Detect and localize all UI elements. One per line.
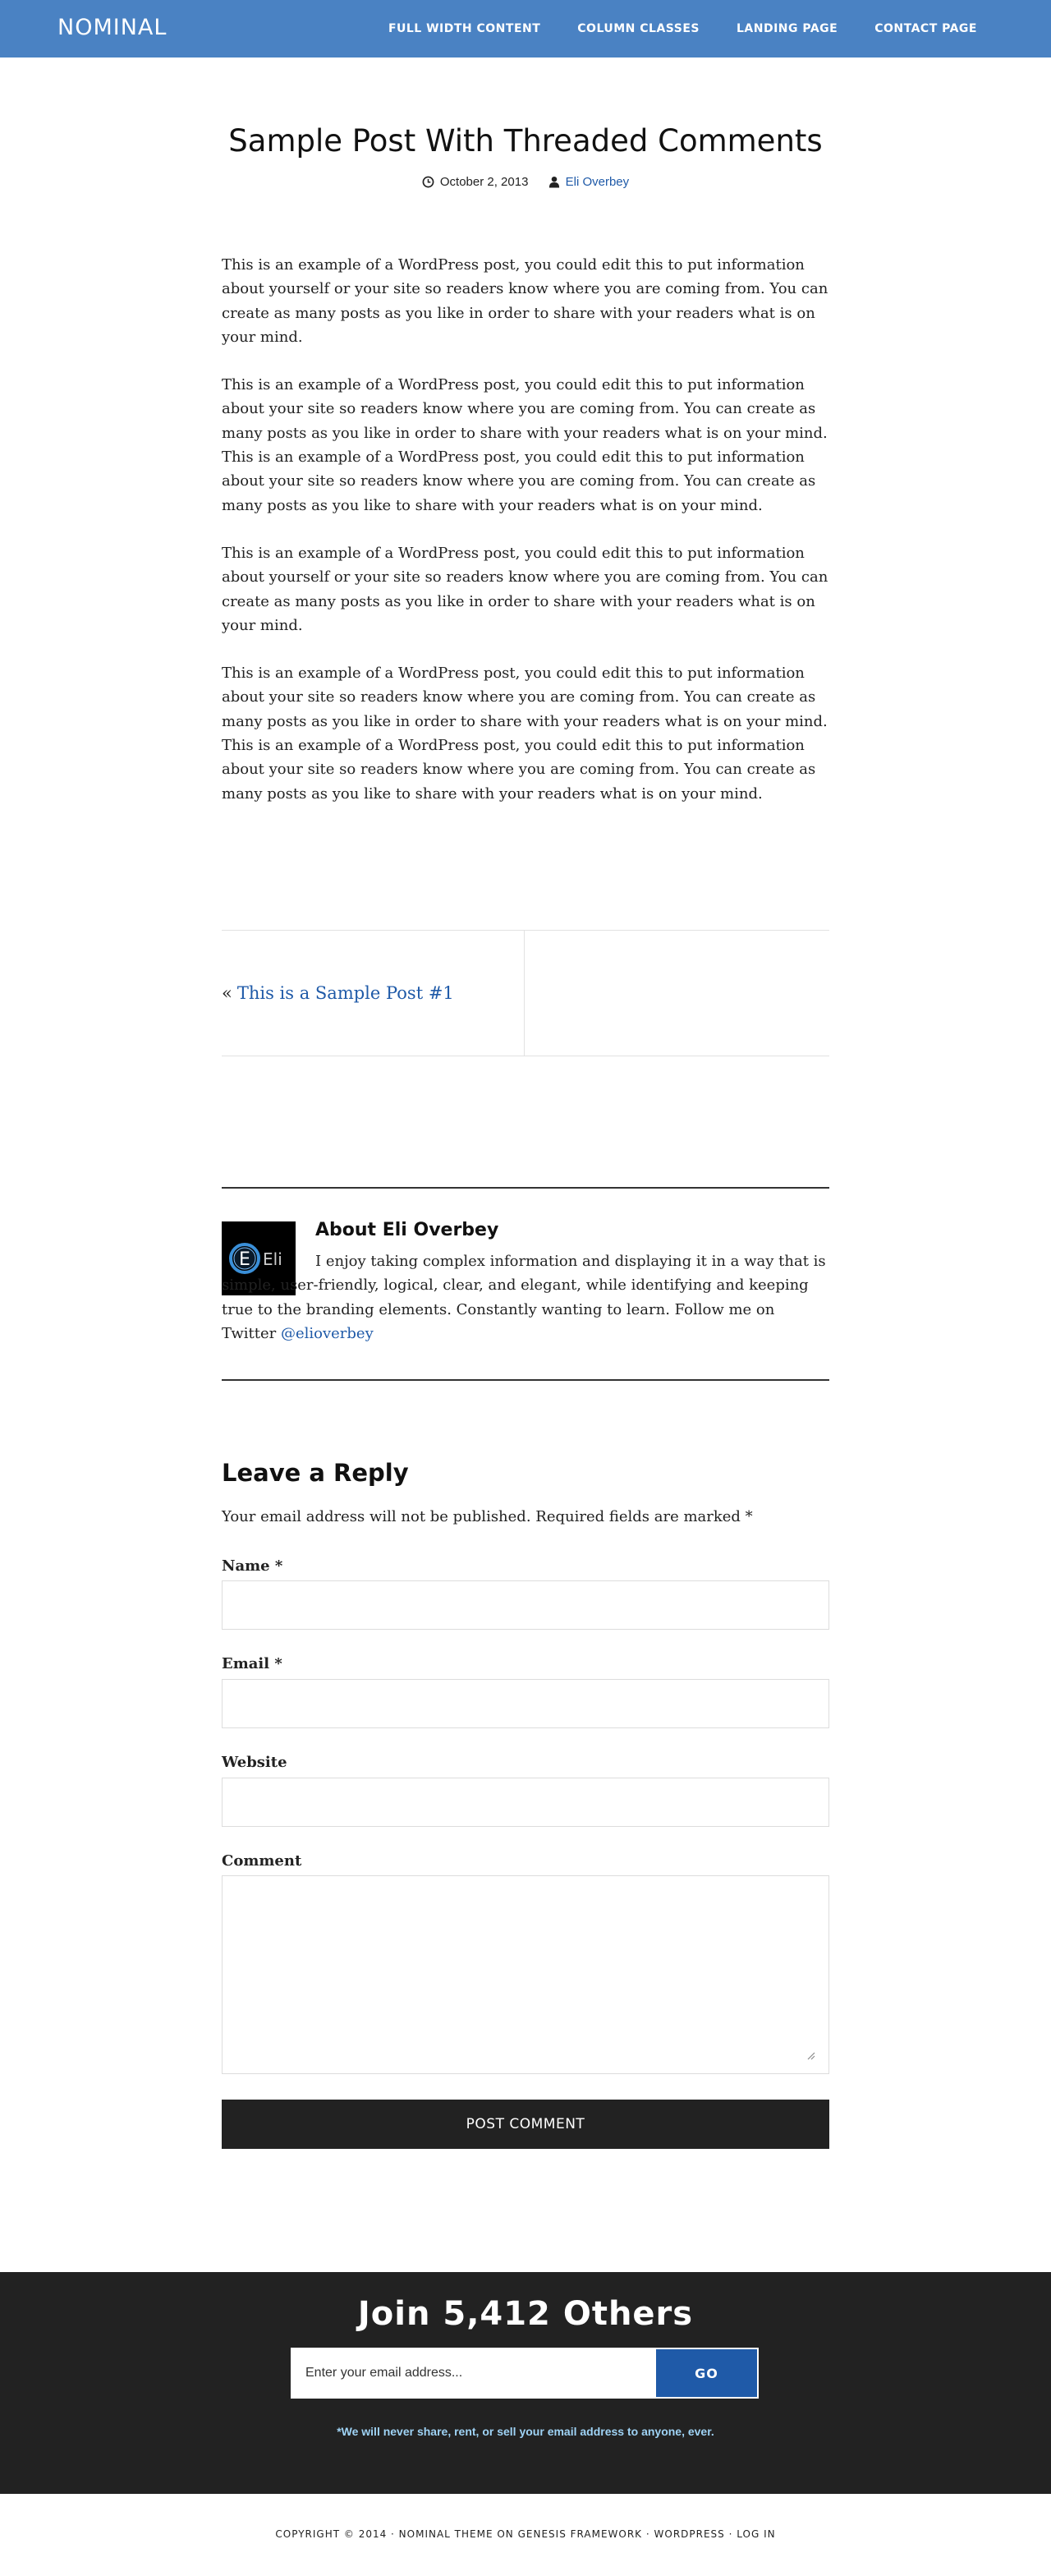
newsletter-form: GO — [291, 2348, 759, 2399]
newsletter-title: Join 5,412 Others — [357, 2295, 694, 2333]
site-header: NOMINAL FULL WIDTH CONTENT COLUMN CLASSE… — [0, 0, 1051, 58]
post-meta: October 2, 2013 Eli Overbey — [222, 175, 829, 191]
post-date-text: October 2, 2013 — [439, 175, 529, 189]
comment-label: Comment — [222, 1852, 302, 1870]
email-field[interactable] — [222, 1679, 829, 1728]
nav-item-contact-page[interactable]: CONTACT PAGE — [874, 22, 977, 35]
resize-grip-icon[interactable] — [805, 2050, 815, 2060]
name-label: Name * — [222, 1557, 283, 1575]
twitter-link[interactable]: @elioverbey — [281, 1325, 374, 1342]
reply-notes: Your email address will not be published… — [222, 1508, 753, 1525]
reply-title: Leave a Reply — [222, 1459, 409, 1487]
author-description: I enjoy taking complex information and d… — [222, 1249, 829, 1346]
author-box: E Eli About Eli Overbey I enjoy taking c… — [222, 1187, 829, 1381]
footer-login-link[interactable]: LOG IN — [737, 2528, 775, 2540]
post-author-link[interactable]: Eli Overbey — [566, 175, 630, 189]
email-label: Email * — [222, 1655, 282, 1672]
name-field[interactable] — [222, 1580, 829, 1630]
newsletter-email-input[interactable] — [292, 2349, 656, 2397]
footer-separator: · — [724, 2528, 737, 2540]
comment-field[interactable] — [222, 1875, 829, 2074]
site-title-link[interactable]: NOMINAL — [57, 15, 167, 40]
footer-genesis-link[interactable]: GENESIS FRAMEWORK — [518, 2528, 642, 2540]
post-date: October 2, 2013 — [422, 175, 529, 189]
footer-copyright: COPYRIGHT © 2014 · NOMINAL THEME ON — [275, 2528, 518, 2540]
post-navigation: « This is a Sample Post #1 — [222, 930, 829, 1056]
nav-item-full-width-content[interactable]: FULL WIDTH CONTENT — [388, 22, 540, 35]
post-title: Sample Post With Threaded Comments — [228, 123, 823, 159]
newsletter-go-button[interactable]: GO — [656, 2349, 757, 2397]
website-field[interactable] — [222, 1778, 829, 1827]
website-label: Website — [222, 1754, 287, 1771]
nav-item-column-classes[interactable]: COLUMN CLASSES — [577, 22, 700, 35]
newsletter-section: Join 5,412 Others GO *We will never shar… — [0, 2272, 1051, 2494]
post-author: Eli Overbey — [548, 175, 630, 189]
user-icon — [548, 176, 559, 188]
primary-nav: FULL WIDTH CONTENT COLUMN CLASSES LANDIN… — [351, 0, 977, 58]
nav-item-landing-page[interactable]: LANDING PAGE — [737, 22, 838, 35]
clock-icon — [422, 176, 434, 188]
post-paragraph: This is an example of a WordPress post, … — [222, 544, 828, 634]
next-post — [525, 931, 829, 1056]
post-paragraph: This is an example of a WordPress post, … — [222, 376, 828, 514]
previous-arrow: « — [222, 983, 232, 1003]
author-box-title: About Eli Overbey — [315, 1220, 499, 1240]
post-paragraph: This is an example of a WordPress post, … — [222, 665, 828, 803]
footer-separator: · — [642, 2528, 654, 2540]
post-paragraph: This is an example of a WordPress post, … — [222, 256, 828, 346]
previous-post: « This is a Sample Post #1 — [222, 931, 525, 1056]
newsletter-note: *We will never share, rent, or sell your… — [337, 2425, 714, 2438]
post-comment-button[interactable]: POST COMMENT — [222, 2100, 829, 2149]
previous-post-link[interactable]: This is a Sample Post #1 — [237, 983, 454, 1003]
footer-credits: COPYRIGHT © 2014 · NOMINAL THEME ON GENE… — [0, 2528, 1051, 2540]
site-footer: COPYRIGHT © 2014 · NOMINAL THEME ON GENE… — [0, 2494, 1051, 2576]
footer-wordpress-link[interactable]: WORDPRESS — [654, 2528, 725, 2540]
post-body: This is an example of a WordPress post, … — [222, 253, 829, 830]
